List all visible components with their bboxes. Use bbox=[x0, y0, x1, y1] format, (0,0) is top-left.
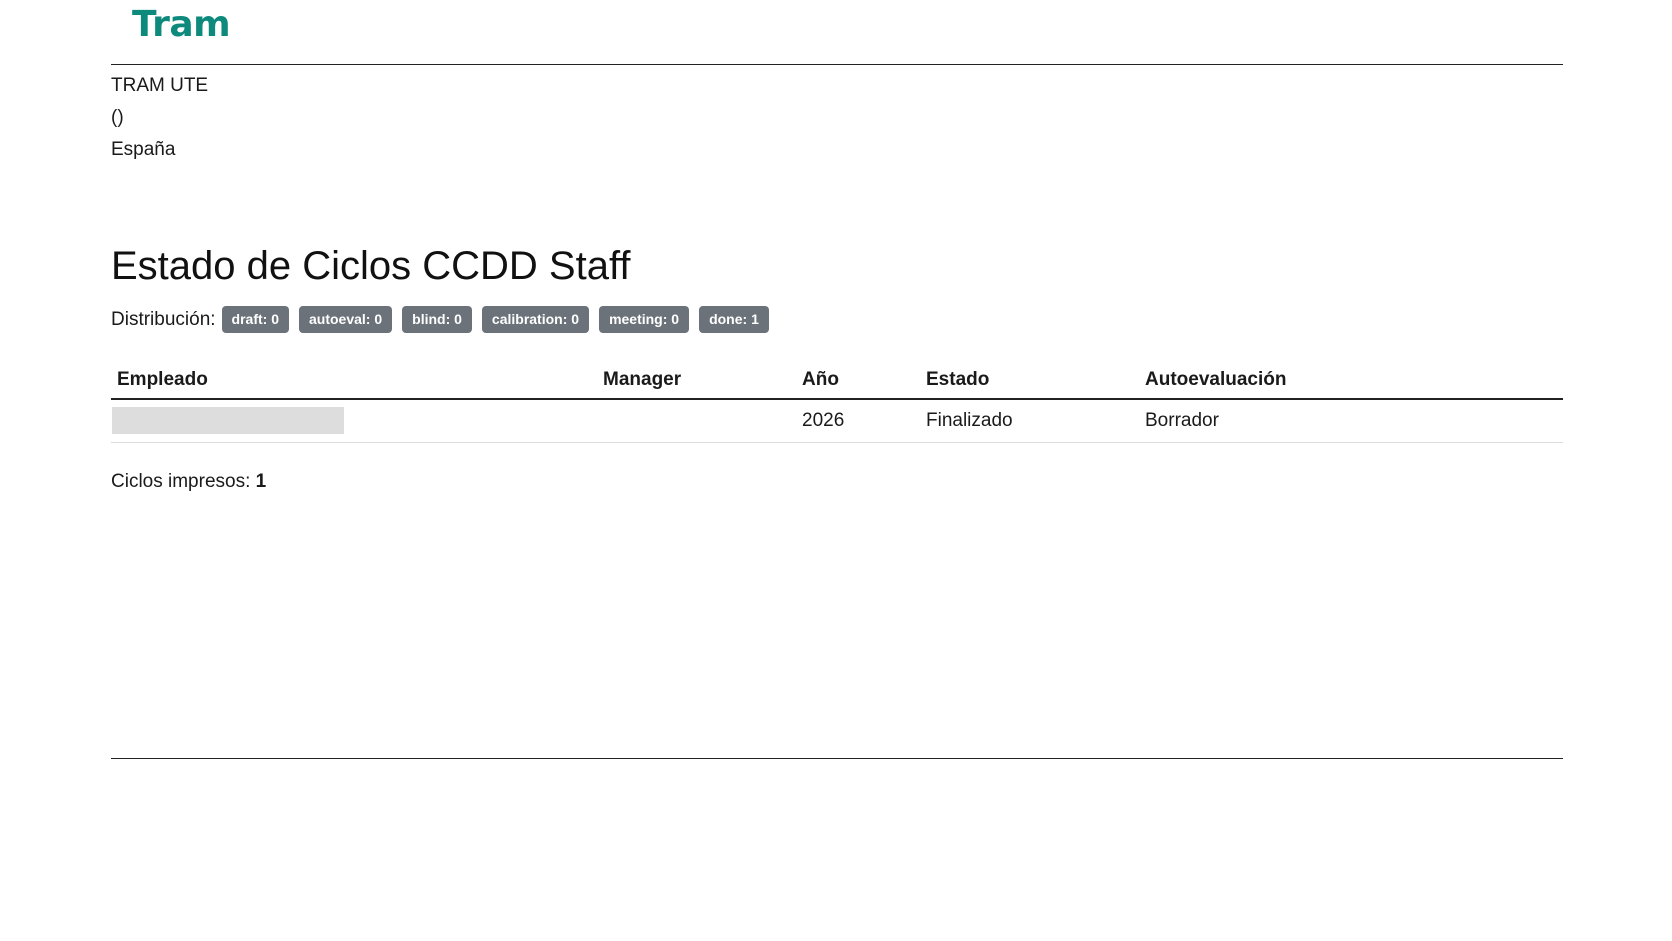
distribution-row: Distribución: draft: 0 autoeval: 0 blind… bbox=[111, 306, 779, 333]
cell-self-evaluation: Borrador bbox=[1139, 399, 1563, 443]
header-divider bbox=[111, 64, 1563, 65]
column-header-self-evaluation: Autoevaluación bbox=[1139, 362, 1563, 400]
cell-year: 2026 bbox=[796, 399, 920, 443]
tram-logo: Tram bbox=[132, 2, 248, 42]
table-row: 2026 Finalizado Borrador bbox=[111, 399, 1563, 443]
status-badge-calibration: calibration: 0 bbox=[481, 306, 590, 333]
company-address: () bbox=[111, 107, 124, 128]
table-header-row: Empleado Manager Año Estado Autoevaluaci… bbox=[111, 362, 1563, 400]
cycles-table: Empleado Manager Año Estado Autoevaluaci… bbox=[111, 362, 1563, 443]
cell-status: Finalizado bbox=[920, 399, 1139, 443]
status-badge-draft: draft: 0 bbox=[221, 306, 289, 333]
status-badge-done: done: 1 bbox=[699, 306, 769, 333]
status-badge-meeting: meeting: 0 bbox=[599, 306, 690, 333]
status-badge-autoeval: autoeval: 0 bbox=[299, 306, 393, 333]
printed-cycles-label: Ciclos impresos: bbox=[111, 471, 256, 492]
distribution-label: Distribución: bbox=[111, 308, 216, 330]
printed-cycles-count: 1 bbox=[255, 471, 267, 492]
footer-divider bbox=[111, 758, 1563, 759]
company-country: España bbox=[111, 139, 176, 160]
status-badge-blind: blind: 0 bbox=[402, 306, 472, 333]
svg-text:Tram: Tram bbox=[132, 4, 230, 42]
company-block: TRAM UTE () España bbox=[111, 70, 208, 166]
column-header-employee: Empleado bbox=[111, 362, 597, 400]
page-title: Estado de Ciclos CCDD Staff bbox=[111, 244, 631, 288]
column-header-year: Año bbox=[796, 362, 920, 400]
cell-manager bbox=[597, 399, 796, 443]
column-header-manager: Manager bbox=[597, 362, 796, 400]
company-name: TRAM UTE bbox=[111, 75, 209, 96]
tram-logo-mark: Tram bbox=[132, 4, 231, 42]
printed-cycles-summary: Ciclos impresos: 1 bbox=[111, 467, 266, 497]
cell-employee bbox=[111, 399, 597, 443]
column-header-status: Estado bbox=[920, 362, 1139, 400]
redacted-employee-name bbox=[112, 407, 344, 435]
